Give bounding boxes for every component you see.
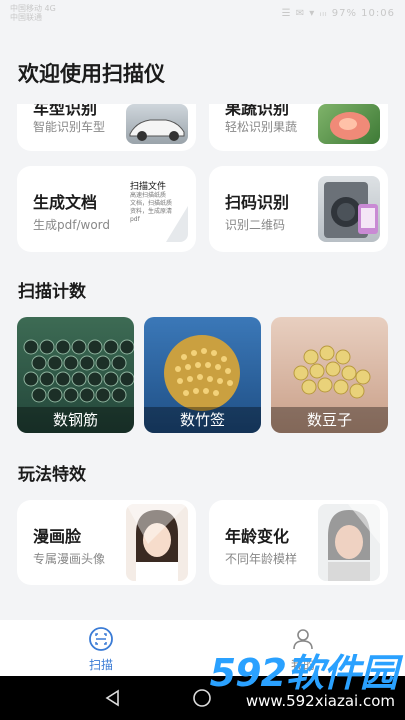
qr-card-title: 扫码识别: [225, 193, 290, 212]
fruit-card-subtitle: 轻松识别果蔬: [225, 120, 298, 134]
count-beans-label: 数豆子: [271, 407, 388, 433]
count-beans-tile[interactable]: 数豆子: [271, 317, 388, 433]
age-change-thumbnail: [318, 504, 380, 581]
document-thumbnail: 扫描文件 高速扫描纸质 文档，扫描纸质 资料，生成原清 pdf: [126, 176, 188, 242]
carrier-line-1: 中国移动 4G: [10, 4, 56, 13]
watermark-brand: 592软件园: [209, 651, 398, 695]
age-change-card[interactable]: 年龄变化 不同年龄模样: [209, 500, 388, 585]
status-bar: 中国移动 4G 中国联通 ☰ ✉ ▾ ᵢₗₗ 97% 10:06: [0, 0, 405, 26]
scan-qr-card[interactable]: 扫码识别 识别二维码: [209, 166, 388, 252]
cartoon-face-subtitle: 专属漫画头像: [33, 552, 106, 566]
generate-document-card[interactable]: 生成文档 生成pdf/word 扫描文件 高速扫描纸质 文档，扫描纸质 资料，生…: [17, 166, 196, 252]
washing-machine-thumbnail: [318, 176, 380, 242]
car-recognition-card[interactable]: 车型识别 智能识别车型: [17, 104, 196, 151]
tab-scan[interactable]: 扫描: [71, 626, 131, 673]
count-bamboo-sticks-label: 数竹签: [144, 407, 261, 433]
car-card-title: 车型识别: [33, 104, 98, 118]
back-icon[interactable]: [103, 688, 123, 708]
fruit-card-title: 果蔬识别: [225, 104, 290, 118]
watermark-logo: 592软件园 www.592xiazai.com: [201, 640, 401, 720]
age-change-title: 年龄变化: [225, 527, 290, 546]
tab-scan-label: 扫描: [88, 658, 113, 672]
cartoon-face-title: 漫画脸: [33, 527, 82, 546]
status-icons: ☰ ✉ ▾ ᵢₗₗ 97% 10:06: [281, 8, 395, 19]
document-card-subtitle: 生成pdf/word: [33, 218, 110, 232]
fruit-recognition-card[interactable]: 果蔬识别 轻松识别果蔬: [209, 104, 388, 151]
document-card-title: 生成文档: [33, 193, 98, 212]
page-title: 欢迎使用扫描仪: [18, 62, 165, 86]
section-title-effects: 玩法特效: [18, 465, 86, 485]
cartoon-face-card[interactable]: 漫画脸 专属漫画头像: [17, 500, 196, 585]
fruit-thumbnail: [318, 104, 380, 144]
watermark-url: www.592xiazai.com: [245, 692, 395, 710]
scan-icon: [89, 627, 113, 651]
count-steel-bars-tile[interactable]: 数钢筋: [17, 317, 134, 433]
section-title-counting: 扫描计数: [18, 282, 86, 302]
cartoon-face-thumbnail: [126, 504, 188, 581]
count-steel-bars-label: 数钢筋: [17, 407, 134, 433]
car-card-subtitle: 智能识别车型: [33, 120, 106, 134]
carrier-info: 中国移动 4G 中国联通: [10, 4, 56, 22]
count-bamboo-sticks-tile[interactable]: 数竹签: [144, 317, 261, 433]
qr-card-subtitle: 识别二维码: [225, 218, 286, 232]
car-thumbnail: [126, 104, 188, 144]
age-change-subtitle: 不同年龄模样: [225, 552, 298, 566]
carrier-line-2: 中国联通: [10, 13, 42, 22]
